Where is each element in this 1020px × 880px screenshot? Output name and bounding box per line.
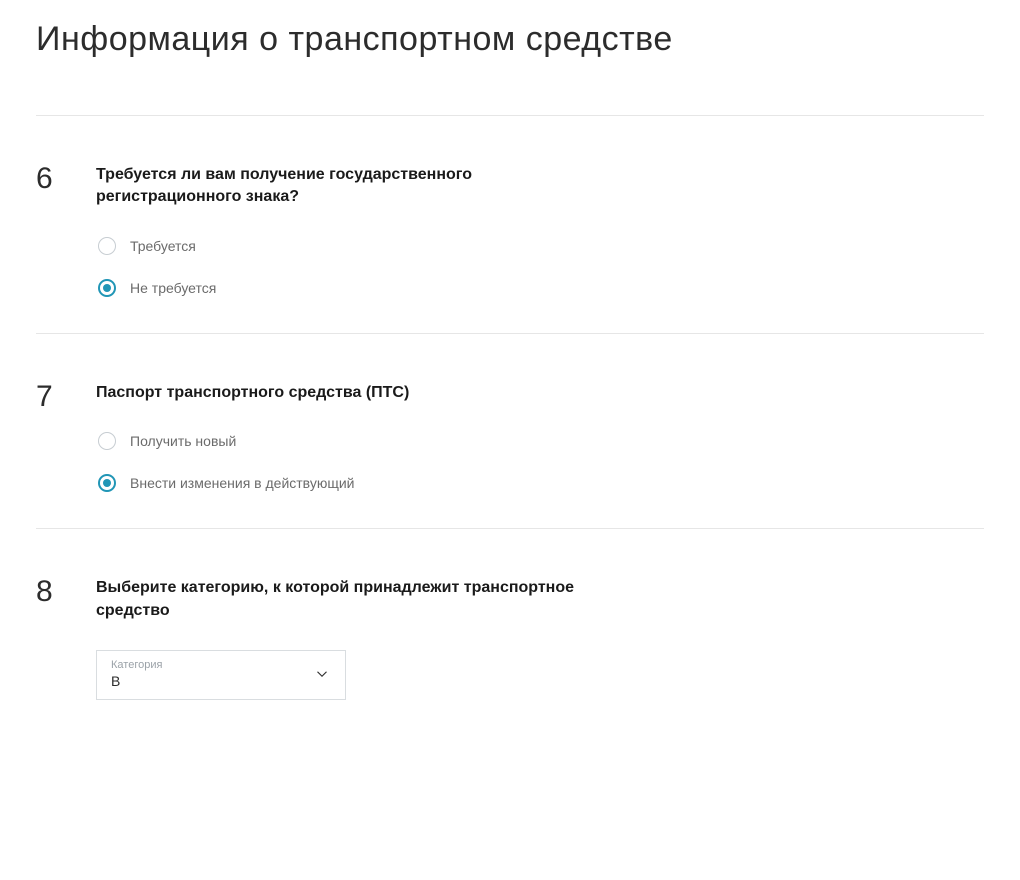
radio-option-required[interactable]: Требуется xyxy=(98,237,984,255)
section-heading: Паспорт транспортного средства (ПТС) xyxy=(96,382,586,404)
radio-group-registration-mark: Требуется Не требуется xyxy=(96,237,984,297)
radio-group-pts: Получить новый Внести изменения в действ… xyxy=(96,432,984,492)
section-body: Паспорт транспортного средства (ПТС) Пол… xyxy=(96,382,984,492)
chevron-down-icon xyxy=(313,665,331,683)
radio-label: Требуется xyxy=(130,238,196,254)
section-8: 8 Выберите категорию, к которой принадле… xyxy=(36,528,984,736)
section-heading: Выберите категорию, к которой принадлежи… xyxy=(96,577,586,622)
section-6: 6 Требуется ли вам получение государстве… xyxy=(36,115,984,333)
section-number: 6 xyxy=(36,164,96,297)
page-title: Информация о транспортном средстве xyxy=(36,20,984,59)
radio-option-not-required[interactable]: Не требуется xyxy=(98,279,984,297)
radio-label: Не требуется xyxy=(130,280,216,296)
section-number: 7 xyxy=(36,382,96,492)
section-number: 8 xyxy=(36,577,96,700)
radio-icon xyxy=(98,237,116,255)
radio-icon xyxy=(98,279,116,297)
section-body: Требуется ли вам получение государственн… xyxy=(96,164,984,297)
radio-option-modify[interactable]: Внести изменения в действующий xyxy=(98,474,984,492)
radio-icon xyxy=(98,432,116,450)
section-body: Выберите категорию, к которой принадлежи… xyxy=(96,577,984,700)
section-heading: Требуется ли вам получение государственн… xyxy=(96,164,586,209)
radio-icon xyxy=(98,474,116,492)
select-value: В xyxy=(111,673,162,689)
category-select[interactable]: Категория В xyxy=(96,650,346,700)
radio-option-new[interactable]: Получить новый xyxy=(98,432,984,450)
section-7: 7 Паспорт транспортного средства (ПТС) П… xyxy=(36,333,984,528)
select-text: Категория В xyxy=(111,659,162,689)
select-caption: Категория xyxy=(111,659,162,671)
radio-label: Внести изменения в действующий xyxy=(130,475,354,491)
radio-label: Получить новый xyxy=(130,433,236,449)
